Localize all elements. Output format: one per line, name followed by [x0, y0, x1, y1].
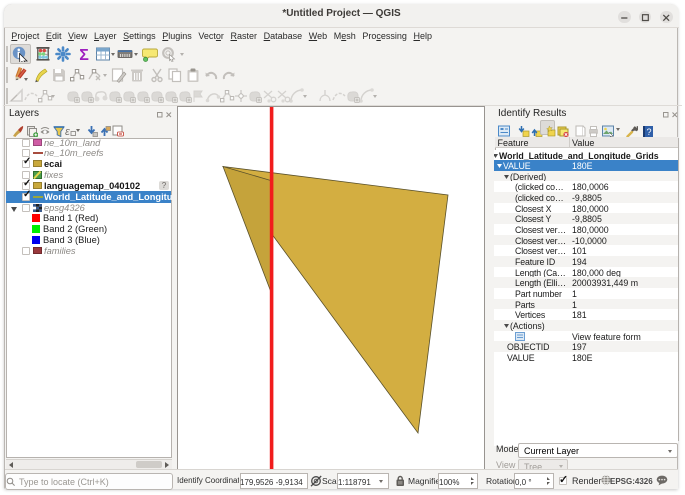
- svg-text:Σ: Σ: [79, 47, 89, 62]
- svg-text:?: ?: [646, 127, 651, 137]
- svg-text:ε: ε: [65, 126, 70, 137]
